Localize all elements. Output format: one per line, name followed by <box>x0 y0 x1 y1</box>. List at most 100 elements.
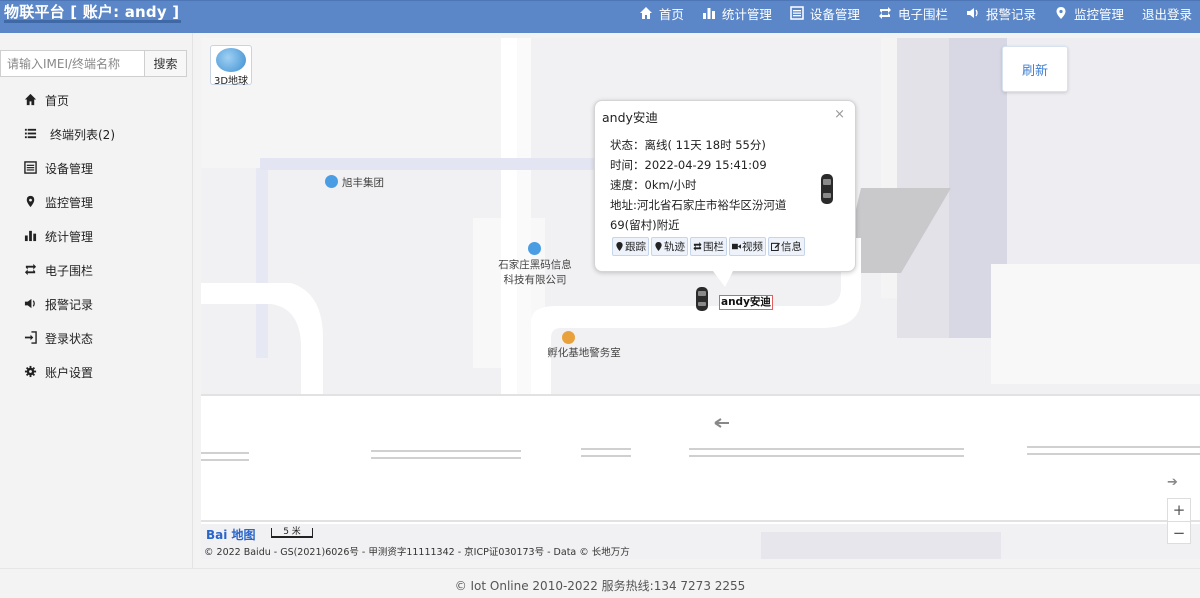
fence-label: 围栏 <box>703 241 724 253</box>
police-badge-icon <box>562 331 575 344</box>
list-icon <box>24 127 38 141</box>
trajectory-button[interactable]: 轨迹 <box>651 237 688 256</box>
nav-home-label: 首页 <box>658 6 684 22</box>
arrow-right-icon[interactable]: ➔ <box>1167 475 1178 490</box>
globe-icon <box>216 48 246 72</box>
map-canvas[interactable]: 3D地球 刷新 旭丰集团 石家庄黑码信息 科技有限公司 孵化基地警务室 andy… <box>201 38 1200 559</box>
fence-button[interactable]: 围栏 <box>690 237 727 256</box>
sidebar: 搜索 首页 终端列表(2) 设备管理 监控管理 统计管理 电子围栏 报警记录 <box>0 33 193 568</box>
poi-label: 孵化基地警务室 <box>547 347 621 359</box>
nav-devices[interactable]: 设备管理 <box>790 4 860 23</box>
poi-label-line1: 石家庄黑码信息 <box>498 259 572 271</box>
sidebar-item-label: 首页 <box>45 93 70 108</box>
sidebar-item-label: 报警记录 <box>45 297 94 312</box>
sidebar-menu: 首页 终端列表(2) 设备管理 监控管理 统计管理 电子围栏 报警记录 登录状态… <box>0 83 193 389</box>
video-label: 视频 <box>742 241 763 253</box>
sidebar-item-label: 账户设置 <box>45 365 94 380</box>
map-scale: 5 米 <box>271 528 313 538</box>
3d-globe-button[interactable]: 3D地球 <box>210 45 252 87</box>
sidebar-item-monitor[interactable]: 监控管理 <box>0 185 193 219</box>
edit-icon <box>771 242 780 251</box>
sidebar-item-login-status[interactable]: 登录状态 <box>0 321 193 355</box>
poi-label-line2: 科技有限公司 <box>503 274 567 286</box>
info-address-line2: 69(留村)附近 <box>610 218 680 232</box>
sidebar-item-statistics[interactable]: 统计管理 <box>0 219 193 253</box>
zoom-control: + − <box>1167 498 1191 544</box>
poi-police[interactable]: 孵化基地警务室 <box>533 331 635 360</box>
nav-statistics-label: 统计管理 <box>721 6 772 22</box>
sidebar-item-label: 监控管理 <box>45 195 94 210</box>
top-nav: 首页 统计管理 设备管理 电子围栏 报警记录 监控管理 退出登录 <box>621 1 1192 25</box>
building-pin-icon <box>325 175 338 188</box>
vehicle-info-window: andy安迪 × 状态：离线( 11天 18时 55分) 时间：2022-04-… <box>594 100 856 287</box>
info-address-line1: 地址:河北省石家庄市裕华区汾河道 <box>610 198 787 212</box>
home-icon <box>639 6 653 20</box>
trajectory-label: 轨迹 <box>664 241 685 253</box>
baidu-map-logo: Bai 地图 <box>206 528 256 542</box>
sign-in-icon <box>24 331 38 345</box>
video-icon <box>732 243 741 250</box>
info-window-pointer <box>713 271 733 287</box>
nav-home[interactable]: 首页 <box>639 4 684 23</box>
car-icon <box>821 174 833 204</box>
map-marker-icon <box>616 242 623 251</box>
vehicle-label[interactable]: andy安迪 <box>719 295 773 310</box>
video-button[interactable]: 视频 <box>729 237 766 256</box>
sidebar-item-account-settings[interactable]: 账户设置 <box>0 355 193 389</box>
car-icon[interactable] <box>695 286 709 312</box>
nav-monitor-label: 监控管理 <box>1073 6 1124 22</box>
track-button[interactable]: 跟踪 <box>612 237 649 256</box>
search-bar: 搜索 <box>0 50 187 77</box>
sidebar-item-home[interactable]: 首页 <box>0 83 193 117</box>
nav-alarms[interactable]: 报警记录 <box>966 4 1036 23</box>
list-alt-icon <box>24 161 38 175</box>
info-time: 时间：2022-04-29 15:41:09 <box>610 158 767 172</box>
nav-fence-label: 电子围栏 <box>897 6 948 22</box>
search-input[interactable] <box>0 50 144 77</box>
volume-icon <box>24 297 38 311</box>
close-icon[interactable]: × <box>834 107 845 122</box>
nav-logout-label: 退出登录 <box>1141 6 1192 22</box>
sidebar-item-label: 电子围栏 <box>45 263 94 278</box>
3d-globe-label: 3D地球 <box>213 76 249 87</box>
map-marker-icon <box>655 242 662 251</box>
nav-devices-label: 设备管理 <box>809 6 860 22</box>
info-label: 信息 <box>781 241 802 253</box>
map-marker-icon <box>24 195 38 209</box>
zoom-out-button[interactable]: − <box>1168 521 1190 543</box>
nav-statistics[interactable]: 统计管理 <box>702 4 772 23</box>
retweet-icon <box>878 6 892 20</box>
poi-label: 旭丰集团 <box>342 177 384 189</box>
refresh-button[interactable]: 刷新 <box>1002 46 1068 92</box>
home-icon <box>24 93 38 107</box>
nav-logout[interactable]: 退出登录 <box>1142 4 1192 23</box>
track-label: 跟踪 <box>625 241 646 253</box>
info-window-title: andy安迪 <box>602 110 658 125</box>
sidebar-item-label: 设备管理 <box>45 161 94 176</box>
zoom-in-button[interactable]: + <box>1168 499 1190 521</box>
map-marker-icon <box>1054 6 1068 20</box>
map-copyright: © 2022 Baidu - GS(2021)6026号 - 甲测资字11111… <box>204 547 630 558</box>
info-actions: 跟踪 轨迹 围栏 视频 信息 <box>612 237 807 256</box>
bar-chart-icon <box>24 229 38 243</box>
nav-monitor[interactable]: 监控管理 <box>1054 4 1124 23</box>
page-footer: © Iot Online 2010-2022 服务热线:134 7273 225… <box>0 568 1200 598</box>
top-navbar: 物联平台 [ 账户: andy ] 首页 统计管理 设备管理 电子围栏 报警记录… <box>0 0 1200 33</box>
info-button[interactable]: 信息 <box>768 237 805 256</box>
brand-title: 物联平台 [ 账户: andy ] <box>4 3 182 23</box>
sidebar-item-terminal-list[interactable]: 终端列表(2) <box>0 117 193 151</box>
sidebar-item-alarms[interactable]: 报警记录 <box>0 287 193 321</box>
bar-chart-icon <box>702 6 716 20</box>
sidebar-item-fence[interactable]: 电子围栏 <box>0 253 193 287</box>
gear-icon <box>24 365 38 379</box>
sidebar-item-label: 统计管理 <box>45 229 94 244</box>
sidebar-item-label: 终端列表(2) <box>50 127 115 142</box>
search-button[interactable]: 搜索 <box>144 50 187 77</box>
nav-fence[interactable]: 电子围栏 <box>878 4 948 23</box>
building-pin-icon <box>528 242 541 255</box>
nav-alarms-label: 报警记录 <box>985 6 1036 22</box>
list-icon <box>790 6 804 20</box>
sidebar-item-devices[interactable]: 设备管理 <box>0 151 193 185</box>
info-status: 状态：离线( 11天 18时 55分) <box>610 138 766 152</box>
poi-heima[interactable]: 石家庄黑码信息 科技有限公司 <box>497 242 573 287</box>
